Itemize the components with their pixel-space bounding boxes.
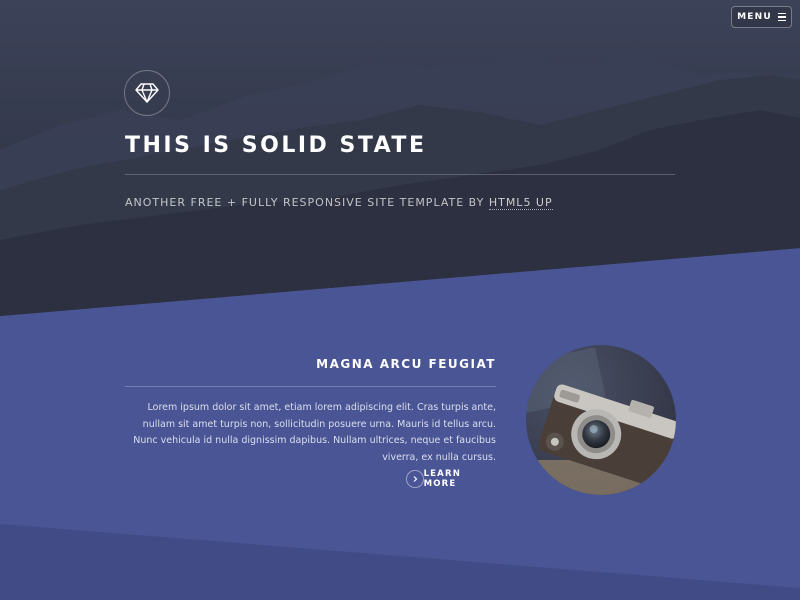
chevron-right-icon [406, 470, 424, 488]
camera-photo [526, 345, 676, 495]
feature-divider [125, 386, 496, 387]
html5up-link[interactable]: HTML5 UP [488, 196, 553, 210]
feature-image [526, 345, 676, 495]
page-background [0, 0, 800, 600]
learn-more-label: LEARN MORE [423, 469, 462, 489]
title-divider [125, 174, 675, 175]
logo [124, 70, 170, 116]
page-subtitle: ANOTHER FREE + FULLY RESPONSIVE SITE TEM… [125, 196, 553, 210]
feature-body: Lorem ipsum dolor sit amet, etiam lorem … [133, 402, 496, 463]
diamond-icon [135, 83, 159, 103]
menu-label: MENU [737, 12, 772, 22]
hamburger-icon [777, 12, 786, 22]
subtitle-text: ANOTHER FREE + FULLY RESPONSIVE SITE TEM… [125, 196, 489, 209]
menu-button[interactable]: MENU [731, 6, 792, 28]
page-title: THIS IS SOLID STATE [125, 133, 427, 158]
learn-more-button[interactable]: LEARN MORE [406, 469, 496, 489]
feature-title: MAGNA ARCU FEUGIAT [316, 357, 496, 371]
